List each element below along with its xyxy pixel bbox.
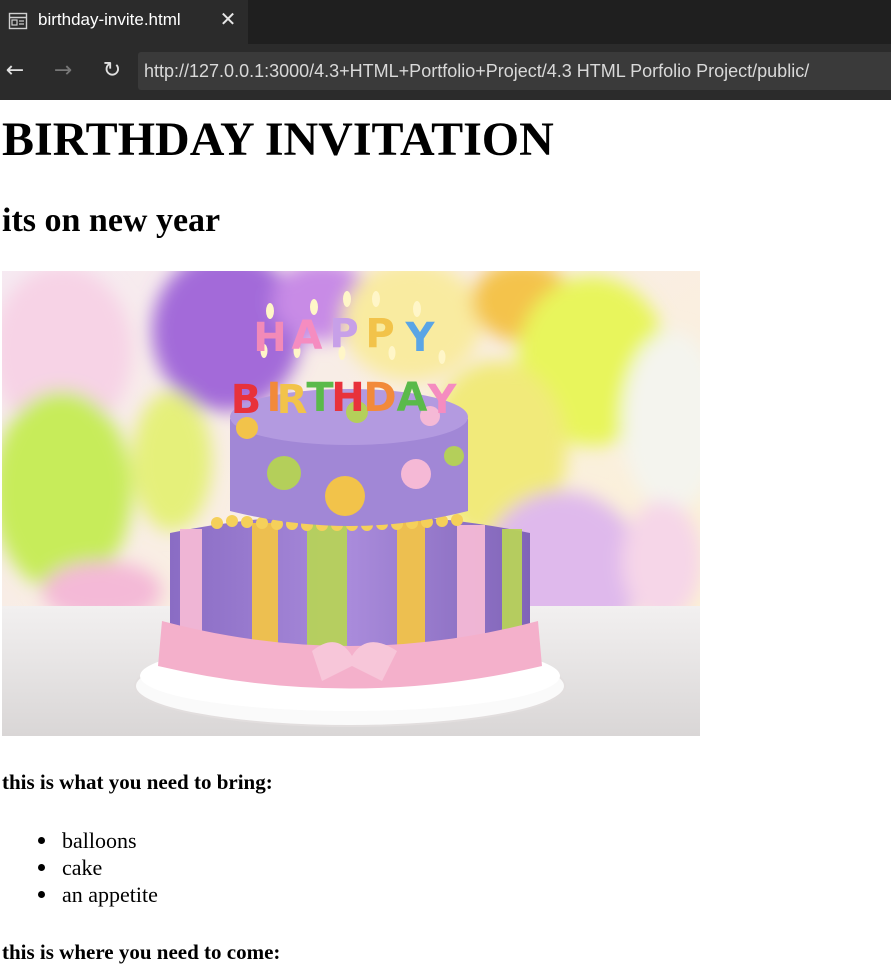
svg-text:B: B: [231, 377, 262, 423]
svg-text:Y: Y: [427, 377, 458, 423]
svg-text:P: P: [365, 311, 394, 357]
back-arrow-icon[interactable]: ←: [0, 54, 30, 88]
tab-title: birthday-invite.html: [38, 10, 181, 29]
reload-icon[interactable]: ↻: [97, 54, 127, 88]
svg-text:D: D: [363, 375, 396, 421]
bullet-icon: [38, 837, 45, 844]
url-text: http://127.0.0.1:3000/4.3+HTML+Portfolio…: [144, 61, 810, 81]
forward-arrow-icon[interactable]: →: [48, 54, 78, 88]
list-item: an appetite: [38, 881, 158, 908]
svg-text:H: H: [253, 315, 286, 361]
browser-toolbar: ← → ↻ http://127.0.0.1:3000/4.3+HTML+Por…: [0, 44, 891, 100]
bullet-icon: [38, 864, 45, 871]
list-item: cake: [38, 854, 158, 881]
list-item: balloons: [38, 827, 158, 854]
bullet-icon: [38, 891, 45, 898]
svg-text:A: A: [292, 313, 323, 359]
birthday-cake-image: H A P P Y B I R T H D A Y: [0, 251, 722, 736]
svg-text:A: A: [397, 375, 428, 421]
address-bar[interactable]: http://127.0.0.1:3000/4.3+HTML+Portfolio…: [138, 52, 891, 90]
page-preview-icon: [8, 11, 28, 31]
page-title: BIRTHDAY INVITATION: [2, 113, 554, 166]
bring-list: balloons cake an appetite: [38, 827, 158, 908]
close-icon[interactable]: ✕: [216, 7, 240, 33]
svg-text:Y: Y: [405, 315, 436, 361]
svg-text:R: R: [277, 377, 308, 423]
svg-text:H: H: [331, 375, 364, 421]
page-subtitle: its on new year: [2, 202, 221, 239]
tab-bar: birthday-invite.html ✕: [0, 0, 891, 44]
list-item-label: an appetite: [62, 882, 158, 907]
list-item-label: balloons: [62, 828, 137, 853]
svg-text:P: P: [329, 311, 358, 357]
bring-heading: this is what you need to bring:: [2, 770, 273, 794]
where-heading: this is where you need to come:: [2, 940, 281, 964]
tab-birthday-invite[interactable]: birthday-invite.html ✕: [0, 0, 248, 44]
list-item-label: cake: [62, 855, 103, 880]
svg-text:T: T: [306, 375, 334, 421]
